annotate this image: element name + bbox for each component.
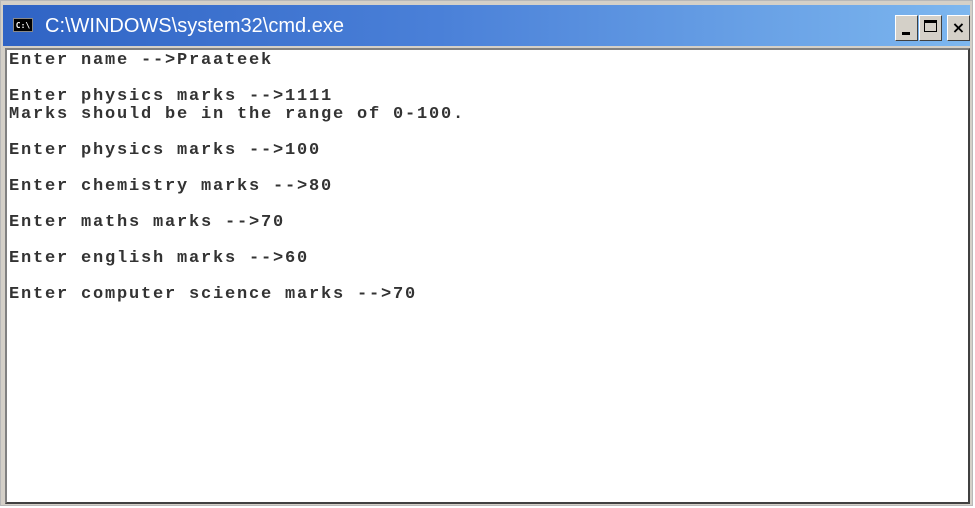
minimize-icon — [902, 32, 910, 35]
console-text: Enter name -->Praateek Enter physics mark… — [9, 52, 465, 304]
console-line: Enter english marks -->60 — [9, 249, 310, 268]
console-line: Enter chemistry marks -->80 — [9, 177, 334, 196]
title-bar[interactable]: C:\ C:\WINDOWS\system32\cmd.exe × — [3, 5, 970, 46]
console-line: Enter physics marks -->100 — [9, 141, 322, 160]
cmd-icon[interactable]: C:\ — [13, 18, 33, 32]
window-title: C:\WINDOWS\system32\cmd.exe — [45, 15, 344, 37]
maximize-icon — [924, 20, 937, 32]
cmd-window: C:\ C:\WINDOWS\system32\cmd.exe × Enter … — [0, 0, 973, 506]
close-icon: × — [951, 18, 966, 37]
console-line: Enter name -->Praateek — [9, 51, 274, 70]
close-button[interactable]: × — [947, 15, 970, 41]
console-line: Enter physics marks -->1111 — [9, 87, 334, 106]
maximize-button[interactable] — [919, 15, 942, 41]
console-output[interactable]: Enter name -->Praateek Enter physics mark… — [5, 48, 970, 504]
console-line: Marks should be in the range of 0-100. — [9, 105, 466, 124]
minimize-button[interactable] — [895, 15, 918, 41]
console-line: Enter computer science marks -->70 — [9, 285, 418, 304]
console-line: Enter maths marks -->70 — [9, 213, 286, 232]
